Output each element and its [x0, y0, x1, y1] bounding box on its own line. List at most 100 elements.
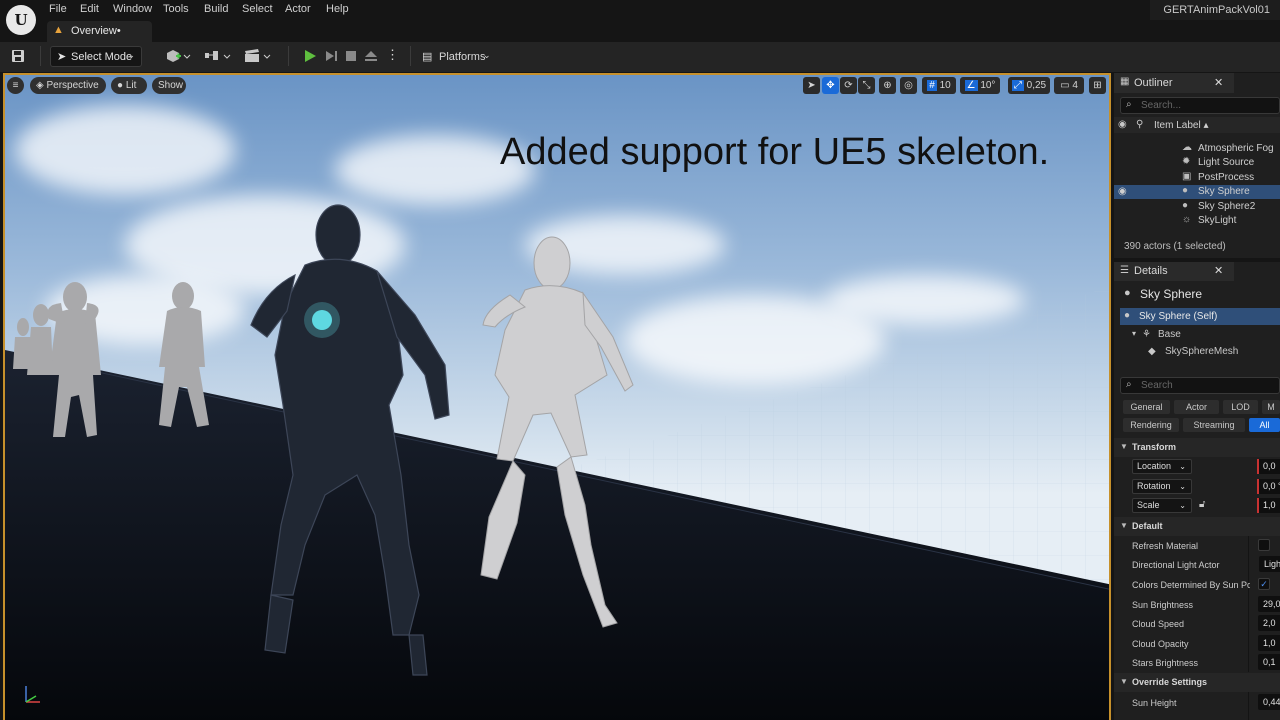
camera-icon: ▭ [1060, 80, 1070, 91]
colors-by-sun-checkbox[interactable]: ✓ [1258, 578, 1270, 590]
prop-sun-height: Sun Height 0,44 [1114, 693, 1280, 712]
default-section[interactable]: ▼ Default [1114, 517, 1280, 536]
filter-general[interactable]: General [1123, 400, 1170, 414]
outliner-header: ◉ ⚲ Item Label ▴ [1114, 117, 1280, 133]
menu-file[interactable]: File [49, 3, 67, 15]
save-icon[interactable] [8, 46, 28, 66]
outliner-item[interactable]: ● Sky Sphere2 [1114, 200, 1280, 214]
component-mesh[interactable]: ◆ SkySphereMesh [1148, 345, 1278, 359]
rotation-dropdown[interactable]: Rotation ⌄ [1132, 479, 1192, 494]
more-options-icon[interactable]: ⋮ [386, 46, 399, 66]
pin-icon[interactable]: ⚲ [1136, 119, 1143, 130]
stars-brightness-field[interactable]: 0,1 [1258, 654, 1280, 670]
tab-overview-label: Overview• [71, 25, 121, 37]
menu-build[interactable]: Build [204, 3, 228, 15]
menu-select[interactable]: Select [242, 3, 273, 15]
grid-snap-value: 10 [939, 80, 951, 91]
search-icon: ⌕ [1126, 379, 1132, 390]
scale-x-field[interactable]: 1,0 [1257, 498, 1280, 513]
advance-frame-icon[interactable] [323, 46, 339, 66]
outliner-item[interactable]: ☼ SkyLight [1114, 214, 1280, 228]
details-search-input[interactable]: ⌕ Search [1120, 377, 1280, 394]
eye-icon[interactable]: ◉ [1118, 119, 1127, 130]
sun-height-field[interactable]: 0,44 [1258, 694, 1280, 710]
component-self[interactable]: ● Sky Sphere (Self) [1120, 308, 1280, 325]
cloud-opacity-field[interactable]: 1,0 [1258, 635, 1280, 651]
cube-icon: ◈ [36, 80, 44, 91]
details-tab[interactable]: ☰ Details ✕ [1114, 262, 1234, 281]
eject-icon[interactable] [363, 46, 379, 66]
move-tool-icon[interactable]: ✥ [822, 77, 839, 94]
eye-icon[interactable]: ◉ [1118, 186, 1127, 197]
outliner-item[interactable]: ☁ Atmospheric Fog [1114, 142, 1280, 156]
lit-button[interactable]: ● Lit [111, 77, 147, 94]
blueprint-icon[interactable] [203, 46, 233, 66]
close-icon[interactable]: ✕ [1214, 76, 1223, 89]
filter-more[interactable]: M [1262, 400, 1280, 414]
select-mode-label: Select Mode [71, 51, 133, 63]
project-name: GERTAnimPackVol01 [1163, 4, 1270, 16]
platforms-button[interactable]: ▤ Platforms ⌄ [420, 46, 494, 66]
unreal-logo-icon[interactable]: U [6, 5, 36, 35]
rotation-snap-button[interactable]: ∠ 10° [960, 77, 1000, 94]
skylight-icon: ☼ [1182, 214, 1192, 225]
component-base[interactable]: ▾ ⚘ Base [1132, 328, 1272, 342]
lock-icon[interactable]: 🔓︎ [1199, 499, 1205, 510]
menu-tools[interactable]: Tools [163, 3, 189, 15]
menu-window[interactable]: Window [113, 3, 152, 15]
tab-overview[interactable]: ▲ Overview• [47, 21, 152, 42]
refresh-material-checkbox[interactable] [1258, 539, 1270, 551]
default-header: Default [1132, 521, 1163, 531]
directional-light-picker[interactable]: Light [1259, 556, 1280, 572]
cloud-speed-field[interactable]: 2,0 [1258, 615, 1280, 631]
outliner-item[interactable]: ✹ Light Source [1114, 156, 1280, 170]
component-mesh-label: SkySphereMesh [1165, 346, 1239, 357]
camera-speed-button[interactable]: ▭ 4 [1054, 77, 1084, 94]
scale-snap-button[interactable]: ⤢ 0,25 [1008, 77, 1050, 94]
level-viewport[interactable]: Added support for UE5 skeleton. [3, 73, 1111, 720]
add-actor-icon[interactable] [163, 46, 193, 66]
play-icon[interactable] [302, 46, 318, 66]
scale-tool-icon[interactable]: ⤡ [858, 77, 875, 94]
perspective-button[interactable]: ◈ Perspective [30, 77, 106, 94]
camera-speed-value: 4 [1072, 80, 1078, 91]
sphere-icon: ● [1182, 200, 1189, 211]
sun-brightness-field[interactable]: 29,0 [1258, 596, 1280, 612]
rotation-x-field[interactable]: 0,0 ° [1257, 479, 1280, 494]
stop-icon[interactable] [343, 46, 359, 66]
layout-icon[interactable]: ⊞ [1089, 77, 1106, 94]
filter-all[interactable]: All [1249, 418, 1280, 432]
scale-dropdown[interactable]: Scale ⌄ [1132, 498, 1192, 513]
menu-edit[interactable]: Edit [80, 3, 99, 15]
grid-snap-button[interactable]: # 10 [922, 77, 956, 94]
rotation-snap-value: 10° [980, 80, 996, 91]
lit-sphere-icon: ● [117, 80, 124, 91]
mesh-icon: ◆ [1148, 346, 1156, 357]
hamburger-menu-icon[interactable]: ≡ [7, 77, 24, 94]
outliner-item-selected[interactable]: ◉ ● Sky Sphere [1114, 185, 1280, 199]
transform-section[interactable]: ▼ Transform [1114, 438, 1280, 457]
override-settings-section[interactable]: ▼ Override Settings [1114, 673, 1280, 692]
world-space-icon[interactable]: ⊕ [879, 77, 896, 94]
location-x-field[interactable]: 0,0 [1257, 459, 1280, 474]
override-settings-header: Override Settings [1132, 677, 1208, 687]
select-tool-icon[interactable]: ➤ [803, 77, 820, 94]
cinematics-icon[interactable] [243, 46, 273, 66]
outliner-item[interactable]: ▣ PostProcess [1114, 171, 1280, 185]
rotate-tool-icon[interactable]: ⟳ [840, 77, 857, 94]
menu-help[interactable]: Help [326, 3, 349, 15]
show-button[interactable]: Show [152, 77, 186, 94]
show-label: Show [158, 80, 184, 91]
filter-streaming[interactable]: Streaming [1183, 418, 1245, 432]
select-mode-dropdown[interactable]: ➤ Select Mode ⌄ [50, 46, 142, 67]
filter-lod[interactable]: LOD [1223, 400, 1258, 414]
location-dropdown[interactable]: Location ⌄ [1132, 459, 1192, 474]
outliner-tab[interactable]: ▦ Outliner ✕ [1114, 73, 1234, 93]
surface-snap-icon[interactable]: ◎ [900, 77, 917, 94]
item-label-column[interactable]: Item Label ▴ [1154, 120, 1209, 131]
outliner-search-input[interactable]: ⌕ Search... [1120, 97, 1280, 114]
close-icon[interactable]: ✕ [1214, 264, 1223, 277]
menu-actor[interactable]: Actor [285, 3, 311, 15]
filter-actor[interactable]: Actor [1174, 400, 1219, 414]
filter-rendering[interactable]: Rendering [1123, 418, 1179, 432]
